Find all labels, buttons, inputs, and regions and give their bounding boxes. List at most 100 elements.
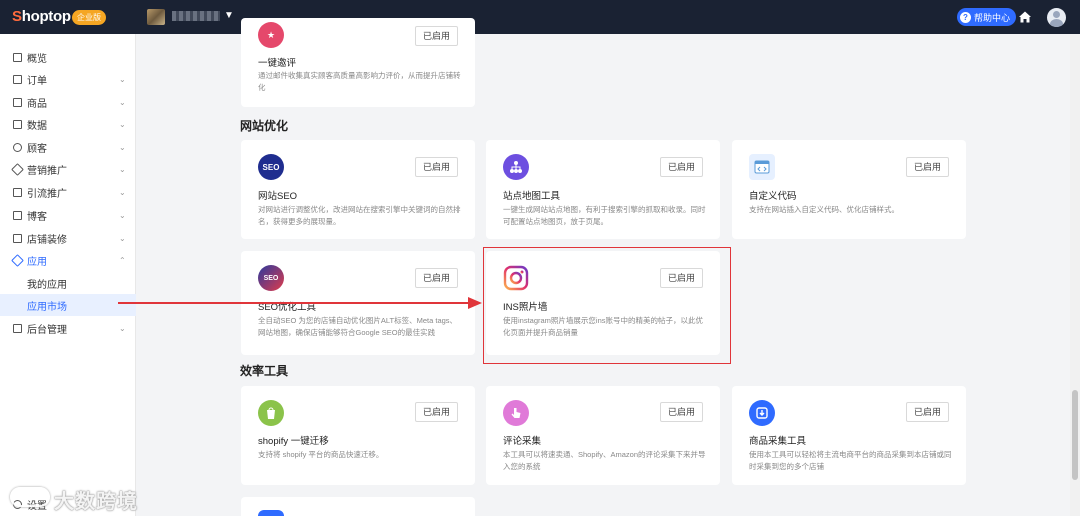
sidebar-item-overview[interactable]: 概览 [0, 46, 136, 68]
sidebar-item-app-market[interactable]: 应用市场 [0, 294, 136, 316]
enabled-button[interactable]: 已启用 [415, 402, 458, 422]
chevron-down-icon: ⌄ [119, 233, 126, 243]
app-description: 支持在网站插入自定义代码、优化店铺样式。 [749, 205, 899, 214]
edition-badge: 企业版 [72, 10, 106, 25]
annotation-arrow-line [118, 302, 470, 304]
sidebar-item-admin[interactable]: 后台管理 ⌄ [0, 317, 136, 339]
watermark-text: 大数跨境 [54, 491, 138, 513]
app-title: 自定义代码 [749, 191, 797, 202]
vertical-scrollbar[interactable] [1070, 34, 1080, 516]
help-center-button[interactable]: ? 帮助中心 [957, 8, 1017, 26]
app-description: 本工具可以将速卖通、Shopify、Amazon的评论采集下来并导入您的系统 [503, 450, 706, 471]
app-card-site-seo[interactable]: SEO 已启用 网站SEO 对网站进行调整优化，改进网站在搜索引擎中关键词的自然… [241, 140, 475, 239]
enabled-button[interactable]: 已启用 [660, 157, 703, 177]
code-icon [749, 154, 775, 180]
blog-icon [13, 210, 22, 220]
section-title-seo: 网站优化 [240, 119, 289, 133]
chevron-down-icon: ⌄ [119, 119, 126, 129]
review-icon: ★ [258, 22, 284, 48]
enabled-button[interactable]: 已启用 [415, 268, 458, 288]
chevron-down-icon: ⌄ [119, 74, 126, 84]
sidebar-item-apps[interactable]: 应用 ⌃ [0, 249, 136, 271]
app-icon [11, 253, 24, 267]
sidebar-item-store-design[interactable]: 店铺装修 ⌄ [0, 227, 136, 249]
enabled-button[interactable]: 已启用 [906, 157, 949, 177]
sidebar-item-label: 后台管理 [27, 324, 67, 336]
highlight-box [483, 247, 731, 364]
order-icon [13, 74, 22, 84]
sidebar-item-label: 营销推广 [27, 165, 67, 177]
app-description: 通过邮件收集真实顾客高质量高影响力评价，从而提升店铺转化 [258, 71, 461, 92]
tag-icon [11, 162, 24, 176]
sidebar-item-products[interactable]: 商品 ⌄ [0, 91, 136, 113]
chevron-down-icon: ⌄ [119, 323, 126, 333]
grid-icon [13, 52, 22, 62]
sidebar-item-label: 应用 [27, 256, 47, 268]
sidebar-item-label: 商品 [27, 98, 47, 110]
sidebar-item-marketing[interactable]: 营销推广 ⌄ [0, 158, 136, 180]
sidebar-item-blog[interactable]: 博客 ⌄ [0, 204, 136, 226]
app-card-review-invite[interactable]: ★ 已启用 一键邀评 通过邮件收集真实顾客高质量高影响力评价，从而提升店铺转化 [241, 18, 475, 107]
enabled-button[interactable]: 已启用 [906, 402, 949, 422]
sitemap-icon [503, 154, 529, 180]
question-icon: ? [960, 11, 971, 23]
user-icon [13, 142, 22, 152]
top-bar: Shoptop 企业版 ▼ ? 帮助中心 [0, 0, 1080, 34]
sidebar-item-label: 我的应用 [27, 279, 67, 291]
layout-icon [13, 233, 22, 243]
enabled-button[interactable]: 已启用 [415, 26, 458, 46]
folder-icon [13, 323, 22, 333]
enabled-button[interactable]: 已启用 [415, 157, 458, 177]
scrollbar-thumb[interactable] [1072, 390, 1078, 480]
sidebar-item-label: 顾客 [27, 143, 47, 155]
caret-down-icon[interactable]: ▼ [224, 10, 234, 21]
download-icon [749, 400, 775, 426]
shoptop-logo[interactable]: Shoptop [12, 8, 71, 25]
user-avatar[interactable] [1047, 8, 1066, 27]
app-title: 一键邀评 [258, 58, 297, 69]
sidebar-item-label: 博客 [27, 211, 47, 223]
app-description: 使用本工具可以轻松将主流电商平台的商品采集到本店铺或同时采集到您的多个店铺 [749, 450, 952, 471]
hand-pointer-icon [503, 400, 529, 426]
app-card-product-collect[interactable]: 已启用 商品采集工具 使用本工具可以轻松将主流电商平台的商品采集到本店铺或同时采… [732, 386, 966, 485]
app-card-sitemap[interactable]: 已启用 站点地图工具 一键生成网站站点地图，有利于搜索引擎的抓取和收录。同时可配… [486, 140, 720, 239]
chevron-down-icon: ⌄ [119, 187, 126, 197]
app-description: 支持将 shopify 平台的商品快速迁移。 [258, 450, 384, 459]
app-card-review-collect[interactable]: 已启用 评论采集 本工具可以将速卖通、Shopify、Amazon的评论采集下来… [486, 386, 720, 485]
shopify-icon [258, 400, 284, 426]
home-icon[interactable] [1018, 10, 1032, 24]
watermark-logo-icon [10, 487, 50, 507]
seo-icon: SEO [258, 154, 284, 180]
sidebar-item-my-apps[interactable]: 我的应用 [0, 272, 136, 294]
sidebar-item-label: 数据 [27, 120, 47, 132]
sidebar-item-data[interactable]: 数据 ⌄ [0, 113, 136, 135]
store-avatar[interactable] [147, 9, 165, 25]
app-description: 一键生成网站站点地图，有利于搜索引擎的抓取和收录。同时可配置站点地图页，放于页尾… [503, 205, 706, 226]
app-title: 商品采集工具 [749, 436, 807, 447]
enabled-button[interactable]: 已启用 [660, 402, 703, 422]
product-icon [13, 97, 22, 107]
sidebar-item-label: 概览 [27, 53, 47, 65]
seo-tool-icon: SEO [258, 265, 284, 291]
app-card-shopify-migrate[interactable]: 已启用 shopify 一键迁移 支持将 shopify 平台的商品快速迁移。 [241, 386, 475, 485]
store-name-blurred[interactable] [172, 11, 220, 21]
app-card-partial[interactable] [241, 497, 475, 516]
app-description: 全自动SEO 为您的店铺自动优化图片ALT标签、Meta tags、网站地图，确… [258, 316, 458, 337]
chevron-down-icon: ⌄ [119, 164, 126, 174]
app-icon [258, 510, 284, 516]
app-title: 评论采集 [503, 436, 542, 447]
chart-icon [13, 119, 22, 129]
app-description: 对网站进行调整优化，改进网站在搜索引擎中关键词的自然排名，获得更多的展现量。 [258, 205, 461, 226]
sidebar-item-orders[interactable]: 订单 ⌄ [0, 68, 136, 90]
app-card-custom-code[interactable]: 已启用 自定义代码 支持在网站插入自定义代码、优化店铺样式。 [732, 140, 966, 239]
logo-text: hoptop [21, 8, 71, 25]
chevron-down-icon: ⌄ [119, 142, 126, 152]
chevron-down-icon: ⌄ [119, 97, 126, 107]
sidebar-item-label: 引流推广 [27, 188, 67, 200]
sidebar-item-label: 订单 [27, 75, 47, 87]
traffic-icon [13, 187, 22, 197]
app-title: shopify 一键迁移 [258, 436, 329, 447]
sidebar-item-customers[interactable]: 顾客 ⌄ [0, 136, 136, 158]
chevron-up-icon: ⌃ [119, 255, 126, 265]
sidebar-item-traffic[interactable]: 引流推广 ⌄ [0, 181, 136, 203]
